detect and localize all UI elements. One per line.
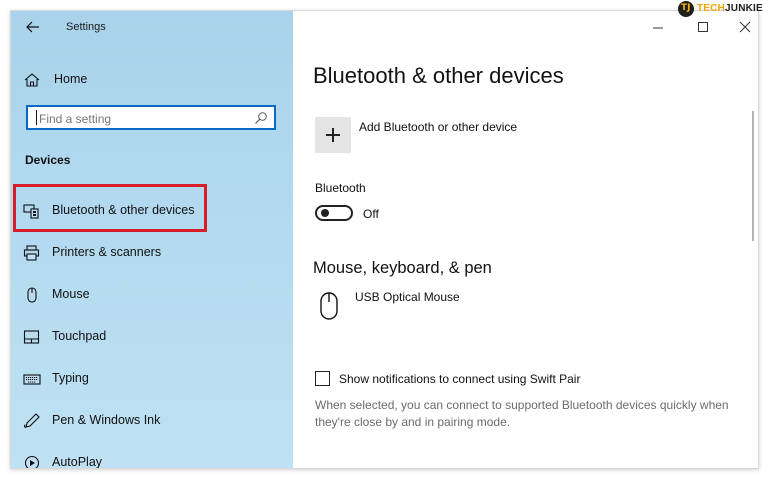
sidebar-item-printers[interactable]: Printers & scanners [11,233,293,273]
back-arrow-icon[interactable] [23,17,43,37]
close-icon[interactable] [735,17,755,37]
device-usb-optical-mouse[interactable]: USB Optical Mouse [355,290,460,304]
swift-pair-checkbox-label[interactable]: Show notifications to connect using Swif… [339,372,580,386]
sidebar-item-label: Touchpad [52,329,107,343]
section-heading-devices: Devices [25,153,71,167]
add-device-label[interactable]: Add Bluetooth or other device [359,120,517,134]
mouse-device-icon [320,292,338,320]
touchpad-icon [23,330,40,344]
sidebar-item-label: Home [54,72,88,86]
sidebar-item-autoplay[interactable]: AutoPlay [11,443,293,468]
pen-icon [23,413,40,428]
maximize-icon[interactable] [693,17,713,37]
plus-icon-vertical [332,128,334,142]
sidebar-item-pen[interactable]: Pen & Windows Ink [11,401,293,441]
printer-icon [23,245,40,261]
highlight-annotation-box [13,184,207,232]
toggle-knob [321,209,329,217]
watermark-brand-prefix: TECH [697,3,726,14]
text-caret [36,110,37,125]
sidebar-item-label: Pen & Windows Ink [52,413,161,427]
watermark-brand: TECHJUNKIE [697,3,763,14]
autoplay-icon [24,455,40,468]
page-title: Bluetooth & other devices [313,63,564,88]
sidebar-item-home[interactable]: Home [11,67,293,107]
bluetooth-label: Bluetooth [315,181,366,195]
swift-pair-checkbox[interactable] [315,371,330,386]
swift-pair-description: When selected, you can connect to suppor… [315,398,729,429]
section-heading-mouse-keyboard-pen: Mouse, keyboard, & pen [313,259,492,277]
sidebar: Settings Home Find a setting Devices Blu… [11,11,293,468]
bluetooth-toggle[interactable] [315,205,353,221]
bluetooth-toggle-state: Off [363,207,379,221]
mouse-icon [27,287,37,303]
scrollbar[interactable] [752,111,754,241]
sidebar-item-typing[interactable]: Typing [11,359,293,399]
settings-window: Settings Home Find a setting Devices Blu… [10,10,759,469]
watermark-brand-suffix: JUNKIE [725,3,763,14]
sidebar-item-mouse[interactable]: Mouse [11,275,293,315]
home-icon [24,73,40,87]
minimize-icon[interactable] [648,17,668,37]
search-placeholder: Find a setting [39,112,112,126]
add-device-button[interactable] [315,117,351,153]
sidebar-item-label: Typing [52,371,89,385]
keyboard-icon [23,374,41,385]
sidebar-item-label: Printers & scanners [52,245,162,259]
main-content: Bluetooth & other devices Add Bluetooth … [293,11,758,468]
search-input[interactable]: Find a setting [26,105,276,130]
search-icon[interactable] [254,111,268,125]
sidebar-item-label: AutoPlay [52,455,103,468]
watermark-logo-text: TJ [681,3,691,13]
window-title: Settings [66,21,106,33]
sidebar-item-touchpad[interactable]: Touchpad [11,317,293,357]
techjunkie-logo-icon: TJ [678,1,694,17]
sidebar-item-label: Mouse [52,287,90,301]
